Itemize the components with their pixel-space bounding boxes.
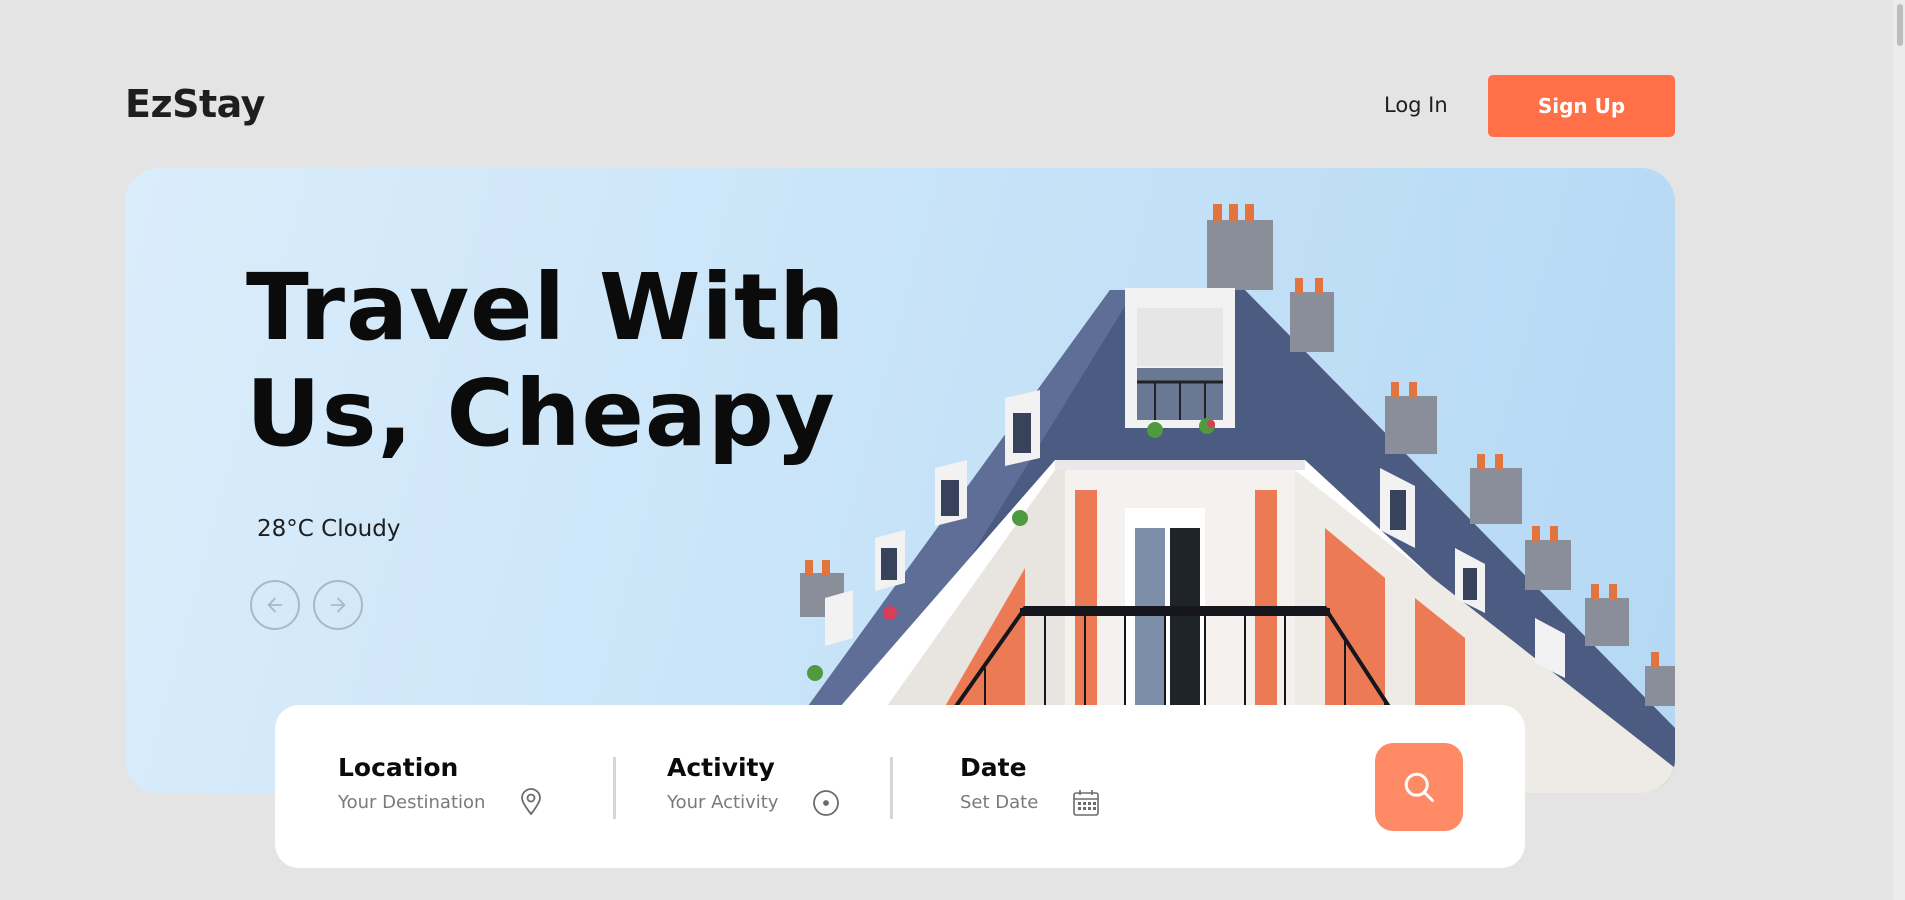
- activity-field[interactable]: Activity Your Activity: [667, 753, 778, 813]
- disc-icon[interactable]: [812, 789, 840, 817]
- prev-slide-button[interactable]: [250, 580, 300, 630]
- page: EzStay Log In Sign Up Travel With Us, Ch…: [0, 0, 1905, 900]
- date-title: Date: [960, 753, 1027, 782]
- search-button[interactable]: [1375, 743, 1463, 831]
- activity-title: Activity: [667, 753, 775, 782]
- logo[interactable]: EzStay: [125, 82, 265, 126]
- location-input[interactable]: Your Destination: [338, 792, 485, 813]
- hero-headline-line1: Travel With: [246, 254, 846, 361]
- map-pin-icon[interactable]: [520, 788, 542, 816]
- location-field[interactable]: Location Your Destination: [338, 753, 485, 813]
- hero-headline: Travel With Us, Cheapy: [246, 255, 846, 467]
- vertical-scrollbar[interactable]: [1893, 0, 1905, 900]
- scrollbar-thumb[interactable]: [1897, 4, 1903, 46]
- signup-button[interactable]: Sign Up: [1488, 75, 1675, 137]
- arrow-right-icon: [330, 597, 346, 613]
- hero-headline-line2: Us, Cheapy: [246, 360, 836, 467]
- field-divider: [613, 757, 616, 819]
- search-icon: [1404, 772, 1434, 802]
- date-input[interactable]: Set Date: [960, 792, 1038, 813]
- signup-button-label: Sign Up: [1537, 94, 1626, 118]
- weather-label: 28°C Cloudy: [257, 516, 401, 542]
- search-bar: Location Your Destination Activity Your …: [275, 705, 1525, 868]
- calendar-icon[interactable]: [1072, 789, 1100, 817]
- arrow-left-icon: [267, 597, 283, 613]
- activity-input[interactable]: Your Activity: [667, 792, 778, 813]
- location-title: Location: [338, 753, 459, 782]
- date-field[interactable]: Date Set Date: [960, 753, 1038, 813]
- login-link[interactable]: Log In: [1384, 93, 1448, 117]
- next-slide-button[interactable]: [313, 580, 363, 630]
- field-divider: [890, 757, 893, 819]
